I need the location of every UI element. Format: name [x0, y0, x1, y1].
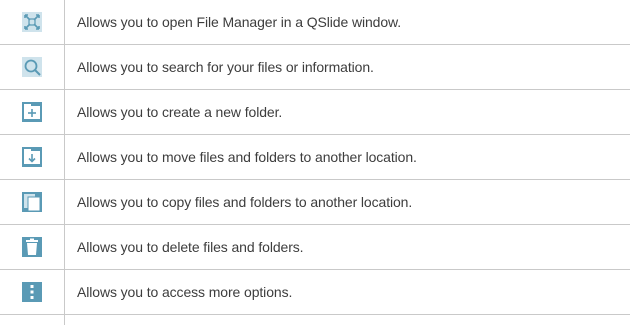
move-folder-icon: [22, 147, 42, 167]
table-row: Allows you to delete files and folders.: [0, 225, 630, 269]
row-description: Allows you to access more options.: [77, 284, 293, 300]
row-description: Allows you to search for your files or i…: [77, 59, 374, 75]
qslide-icon: [22, 12, 42, 32]
icon-cell: [0, 135, 64, 179]
table-row: Allows you to open File Manager in a QSl…: [0, 0, 630, 44]
row-description: Allows you to delete files and folders.: [77, 239, 304, 255]
icon-cell: [0, 90, 64, 134]
new-folder-icon: [22, 102, 42, 122]
row-description: Allows you to move files and folders to …: [77, 149, 417, 165]
icon-cell: [0, 180, 64, 224]
icon-cell: [0, 45, 64, 89]
row-description: Allows you to copy files and folders to …: [77, 194, 413, 210]
icon-cell: [0, 225, 64, 269]
table-row: Allows you to create a new folder.: [0, 90, 630, 134]
table-row: Allows you to move files and folders to …: [0, 135, 630, 179]
more-options-icon: [22, 282, 42, 302]
copy-icon: [22, 192, 42, 212]
icon-cell: [0, 0, 64, 44]
row-description: Allows you to create a new folder.: [77, 104, 283, 120]
table-row: Allows you to search for your files or i…: [0, 45, 630, 89]
delete-icon: [22, 237, 42, 257]
row-description: Allows you to open File Manager in a QSl…: [77, 14, 402, 30]
icon-cell: [0, 270, 64, 314]
row-divider: [0, 314, 630, 315]
search-icon: [22, 57, 42, 77]
table-row: Allows you to access more options.: [0, 270, 630, 314]
table-row: Allows you to copy files and folders to …: [0, 180, 630, 224]
